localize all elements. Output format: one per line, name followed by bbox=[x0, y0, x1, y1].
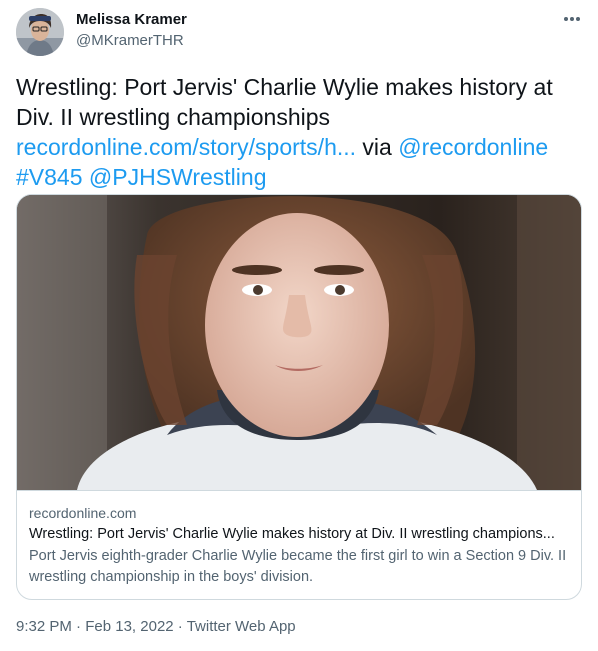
more-options-button[interactable] bbox=[556, 6, 588, 32]
link-preview-card[interactable]: recordonline.com Wrestling: Port Jervis'… bbox=[16, 194, 582, 600]
tweet-tags-line: #V845 @PJHSWrestling bbox=[16, 162, 582, 192]
card-description: Port Jervis eighth-grader Charlie Wylie … bbox=[29, 548, 567, 585]
article-link[interactable]: recordonline.com/story/sports/h... bbox=[16, 134, 356, 160]
tweet-source[interactable]: Twitter Web App bbox=[187, 618, 296, 635]
avatar[interactable] bbox=[16, 8, 64, 56]
author-handle[interactable]: @MKramerTHR bbox=[76, 32, 184, 50]
mention-recordonline[interactable]: @recordonline bbox=[398, 134, 548, 160]
tweet-time-link[interactable]: 9:32 PM · Feb 13, 2022 bbox=[16, 618, 174, 635]
via-text: via bbox=[362, 134, 392, 160]
card-divider bbox=[17, 490, 581, 491]
tweet: Melissa Kramer @MKramerTHR Wrestling: Po… bbox=[0, 0, 598, 651]
tweet-text: Wrestling: Port Jervis' Charlie Wylie ma… bbox=[16, 72, 582, 192]
tweet-date: Feb 13, 2022 bbox=[85, 618, 174, 635]
author-display-name[interactable]: Melissa Kramer bbox=[76, 11, 187, 29]
card-domain: recordonline.com bbox=[29, 505, 137, 521]
separator: · bbox=[173, 618, 187, 635]
more-horizontal-icon bbox=[562, 16, 582, 22]
tweet-text-line: Wrestling: Port Jervis' Charlie Wylie ma… bbox=[16, 74, 553, 100]
tweet-link-line: recordonline.com/story/sports/h... via @… bbox=[16, 132, 582, 162]
separator: · bbox=[71, 618, 86, 635]
tweet-time: 9:32 PM bbox=[16, 618, 72, 635]
card-image[interactable] bbox=[17, 195, 581, 490]
tweet-timestamp: 9:32 PM · Feb 13, 2022 · Twitter Web App bbox=[16, 618, 296, 636]
card-title: Wrestling: Port Jervis' Charlie Wylie ma… bbox=[29, 526, 555, 542]
hashtag-link[interactable]: #V845 bbox=[16, 164, 83, 190]
mention-pjhswrestling[interactable]: @PJHSWrestling bbox=[89, 164, 267, 190]
tweet-text-line: Div. II wrestling championships bbox=[16, 104, 331, 130]
